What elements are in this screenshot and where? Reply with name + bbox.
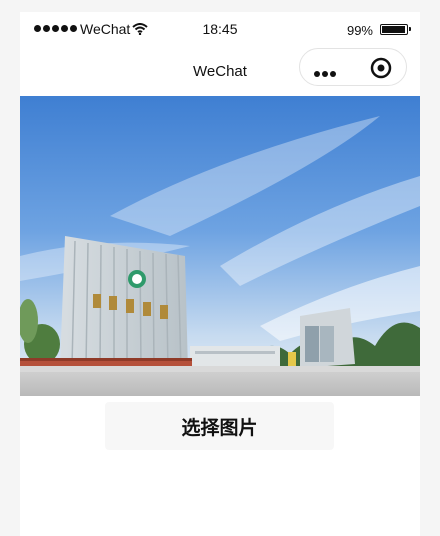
battery-icon: [380, 24, 411, 35]
phone-screen: WeChat 18:45 99% WeChat 选择图片: [20, 12, 420, 536]
more-dots-icon[interactable]: [314, 64, 338, 82]
campus-gate-photo: [20, 96, 420, 396]
status-bar: WeChat 18:45 99%: [20, 12, 420, 48]
close-circle-icon[interactable]: [370, 57, 392, 79]
choose-image-button[interactable]: 选择图片: [105, 402, 334, 450]
battery-percent: 99%: [346, 23, 373, 38]
menu-capsule: [299, 48, 407, 86]
nav-bar: WeChat: [20, 48, 420, 96]
